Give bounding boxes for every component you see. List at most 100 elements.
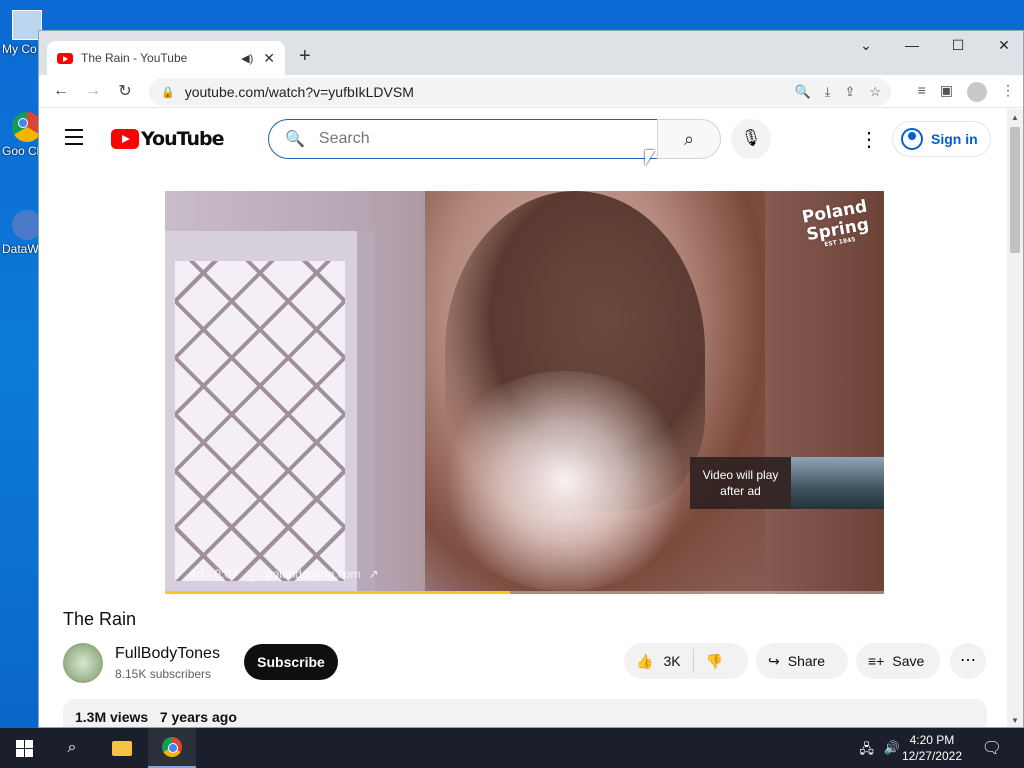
- description-box[interactable]: 1.3M views 7 years ago: [63, 699, 987, 727]
- system-tray: 🖧 🔊: [859, 740, 900, 762]
- clock-time: 4:20 PM: [909, 733, 955, 747]
- settings-menu-icon[interactable]: ⋮: [859, 127, 879, 152]
- sign-in-label: Sign in: [931, 131, 978, 147]
- back-arrow-icon[interactable]: ←: [45, 82, 77, 100]
- chrome-taskbar-button[interactable]: [148, 728, 196, 768]
- minimize-button[interactable]: —: [889, 37, 935, 53]
- install-icon[interactable]: ⤓: [825, 84, 831, 100]
- mouse-cursor-icon: [645, 150, 655, 166]
- clock-date: 12/27/2022: [901, 749, 962, 763]
- thumbs-down-icon: 👎: [705, 652, 723, 669]
- external-link-icon: ↗: [368, 567, 379, 581]
- desktop-icon-label: DataW: [2, 242, 39, 256]
- channel-name[interactable]: FullBodyTones: [115, 645, 220, 663]
- ad-link[interactable]: polandspring.com: [266, 567, 361, 584]
- desktop-icon-label: My Co: [2, 42, 37, 56]
- close-window-button[interactable]: ✕: [981, 37, 1023, 54]
- reload-icon[interactable]: ↻: [109, 81, 141, 101]
- upload-age: 7 years ago: [159, 709, 237, 725]
- desktop-icon-my-computer[interactable]: My Co: [2, 10, 42, 56]
- save-button[interactable]: ≡+ Save: [856, 643, 940, 679]
- desktop-icon-chrome[interactable]: Goo Chr: [2, 112, 48, 158]
- thumbs-up-icon: 👍: [636, 652, 654, 669]
- clock[interactable]: 4:20 PM 12/27/2022: [902, 732, 962, 764]
- browser-toolbar: ← → ↻ 🔒 youtube.com/watch?v=yufbIkLDVSM …: [39, 75, 1023, 108]
- playlist-add-icon: ≡+: [868, 653, 885, 669]
- browser-menu-icon[interactable]: ⋮: [1001, 82, 1015, 102]
- browser-tab[interactable]: The Rain - YouTube ◀) ✕: [47, 41, 285, 75]
- media-control-icon[interactable]: ≡: [918, 82, 926, 102]
- subscriber-count: 8.15K subscribers: [115, 667, 212, 681]
- scrollbar-thumb[interactable]: [1010, 127, 1020, 253]
- side-panel-icon[interactable]: ▣: [940, 82, 953, 102]
- maximize-button[interactable]: ☐: [935, 37, 981, 54]
- youtube-wordmark: YouTube: [141, 128, 224, 150]
- network-icon[interactable]: 🖧: [859, 740, 874, 762]
- speaker-icon[interactable]: ◀): [241, 52, 253, 65]
- scroll-up-icon[interactable]: ▲: [1011, 113, 1019, 122]
- scroll-down-icon[interactable]: ▼: [1011, 716, 1019, 725]
- ad-info: Ad · 0:07 ⓘ polandspring.com ↗: [189, 567, 379, 584]
- youtube-play-icon: [111, 129, 139, 149]
- search-icon: ⌕: [67, 739, 77, 756]
- zoom-icon[interactable]: 🔍: [795, 84, 811, 100]
- tab-search-button[interactable]: ⌄: [843, 37, 889, 54]
- lock-icon[interactable]: 🔒: [161, 86, 175, 99]
- subscribe-button[interactable]: Subscribe: [244, 644, 338, 680]
- youtube-page: YouTube 🔍 ⌕ 🎙 ⋮ Sign in: [39, 109, 1009, 727]
- taskbar: ⌕ 🖧 🔊 4:20 PM 12/27/2022 🗨: [0, 728, 1024, 768]
- desktop-icon-label: Goo Chr: [2, 144, 48, 158]
- sign-in-button[interactable]: Sign in: [892, 121, 991, 157]
- tab-close-icon[interactable]: ✕: [263, 50, 275, 67]
- share-button[interactable]: ↪ Share: [756, 643, 848, 679]
- folder-icon: [112, 740, 132, 756]
- bookmark-star-icon[interactable]: ☆: [869, 84, 881, 100]
- save-label: Save: [892, 653, 925, 669]
- ad-progress-bar[interactable]: [165, 591, 884, 594]
- browser-window: The Rain - YouTube ◀) ✕ + ⌄ — ☐ ✕ ← → ↻ …: [38, 30, 1024, 728]
- dislike-button[interactable]: 👎: [694, 653, 735, 670]
- notification-icon[interactable]: 🗨: [982, 738, 1002, 758]
- search-taskbar-button[interactable]: ⌕: [48, 728, 96, 768]
- search-icon: 🔍: [285, 131, 305, 148]
- video-player[interactable]: Poland Spring EST 1845 Video will play a…: [165, 191, 884, 594]
- next-video-thumbnail: [791, 457, 884, 509]
- video-title: The Rain: [63, 609, 137, 629]
- ad-progress-fill: [165, 591, 511, 594]
- video-scene-glow: [435, 371, 695, 591]
- volume-icon[interactable]: 🔊: [884, 740, 900, 762]
- youtube-logo[interactable]: YouTube: [111, 128, 224, 150]
- search-input[interactable]: [318, 130, 619, 148]
- next-video-preview[interactable]: Video will play after ad: [690, 457, 884, 509]
- share-icon[interactable]: ⇪: [844, 84, 855, 100]
- search-box[interactable]: 🔍: [268, 119, 658, 159]
- tab-title: The Rain - YouTube: [81, 51, 188, 65]
- video-scene-lattice: [175, 261, 345, 581]
- hamburger-menu-icon[interactable]: [65, 129, 83, 150]
- voice-search-button[interactable]: 🎙: [731, 119, 771, 159]
- desktop-icon-datawrangler[interactable]: DataW: [2, 210, 42, 256]
- youtube-favicon-icon: [57, 52, 73, 64]
- more-actions-icon[interactable]: ⋯: [950, 643, 986, 679]
- channel-avatar[interactable]: [63, 643, 103, 683]
- like-dislike-group: 👍 3K 👎: [624, 643, 748, 679]
- file-explorer-button[interactable]: [98, 728, 146, 768]
- poland-spring-logo: Poland Spring EST 1845: [800, 196, 871, 249]
- info-icon[interactable]: ⓘ: [246, 567, 258, 584]
- like-button[interactable]: 👍 3K: [624, 649, 694, 673]
- like-count: 3K: [663, 653, 681, 669]
- new-tab-button[interactable]: +: [299, 45, 311, 68]
- profile-avatar[interactable]: [967, 82, 987, 102]
- address-bar[interactable]: 🔒 youtube.com/watch?v=yufbIkLDVSM 🔍 ⤓ ⇪ …: [149, 78, 891, 106]
- start-button[interactable]: [0, 728, 48, 768]
- page-scrollbar[interactable]: ▲ ▼: [1007, 109, 1023, 727]
- url-text: youtube.com/watch?v=yufbIkLDVSM: [184, 84, 414, 100]
- share-arrow-icon: ↪: [768, 652, 780, 669]
- forward-arrow-icon[interactable]: →: [77, 82, 109, 100]
- title-bar: The Rain - YouTube ◀) ✕ + ⌄ — ☐ ✕: [39, 31, 1023, 75]
- search-button[interactable]: ⌕: [657, 119, 721, 159]
- user-icon: [901, 128, 923, 150]
- windows-logo-icon: [15, 739, 33, 757]
- search-icon: ⌕: [683, 129, 695, 149]
- view-count: 1.3M views: [75, 709, 149, 725]
